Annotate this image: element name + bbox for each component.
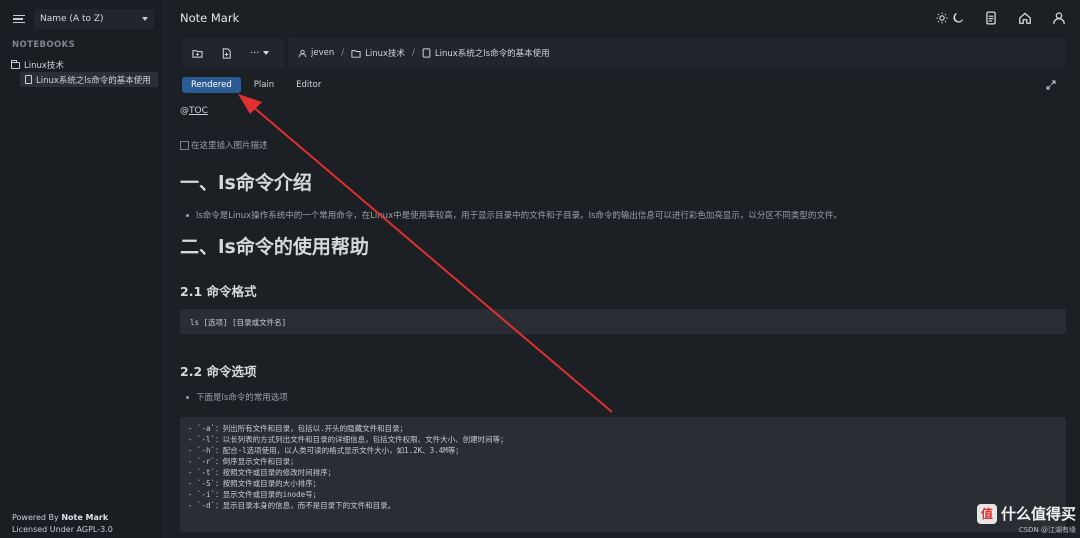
sidebar-sort-row: Name (A to Z) [6,8,161,30]
code-line: - `-r`：倒序显示文件和目录； [188,457,298,466]
broken-image-icon [180,140,189,150]
code-block-options: - `-a`：列出所有文件和目录，包括以.开头的隐藏文件和目录； - `-l`：… [180,417,1066,532]
powered-name[interactable]: Note Mark [61,513,108,522]
expand-icon[interactable] [1046,80,1056,90]
notebook-tree: Linux技术 Linux系统之ls命令的基本使用 [6,58,161,87]
broken-image: 在这里插入图片描述 [180,139,268,151]
tab-editor[interactable]: Editor [287,77,330,93]
heading-command-options: 2.2 命令选项 [180,364,257,379]
code-line: - `-d`：显示目录本身的信息，而不是目录下的文件和目录。 [188,501,396,510]
folder-icon [351,49,361,58]
menu-icon[interactable] [12,12,26,26]
tree-item-label: Linux技术 [24,61,64,71]
folder-icon [11,59,20,69]
tree-item-note[interactable]: Linux系统之ls命令的基本使用 [20,72,158,87]
watermark-credit: CSDN @江湖有缘 [1018,526,1076,534]
chevron-down-icon [262,50,269,55]
file-icon [422,48,431,58]
code-line: - `-a`：列出所有文件和目录，包括以.开头的隐藏文件和目录； [188,424,408,433]
heading-command-format: 2.1 命令格式 [180,284,257,299]
more-menu-button[interactable]: ··· [250,48,269,59]
sidebar-footer: Powered By Note Mark Licensed Under AGPL… [12,512,113,536]
file-icon [25,75,32,84]
code-line: - `-S`：按照文件或目录的大小排序； [188,479,321,488]
sidebar: Name (A to Z) NOTEBOOKS Linux技术 Linux系统之… [0,0,165,538]
image-alt-text: 在这里插入图片描述 [191,141,268,151]
user-icon [298,49,307,57]
note-toolbar: ··· jeven / Linux技术 / Linux系统之ls命令的基本使用 [182,38,1065,68]
sort-select-value: Name (A to Z) [40,14,104,24]
breadcrumb-separator: / [341,48,345,58]
breadcrumb-separator: / [412,48,415,58]
code-line: - `-i`：显示文件或目录的inode号； [188,490,321,499]
tab-rendered[interactable]: Rendered [182,77,241,93]
watermark-title: 什么值得买 [1000,505,1076,523]
tree-item-folder[interactable]: Linux技术 [6,58,161,72]
watermark-badge: 值 [976,503,997,524]
toc-link[interactable]: TOC [189,106,208,116]
breadcrumb-notebook[interactable]: Linux技术 [365,47,405,59]
tree-item-label: Linux系统之ls命令的基本使用 [36,75,151,86]
sun-icon [936,12,948,24]
theme-toggle[interactable] [936,12,964,24]
toc-marker: @TOC [180,106,208,116]
code-block-format: ls [选项] [目录或文件名] [180,309,1066,334]
header: Note Mark [165,0,1080,36]
user-icon[interactable] [1052,11,1066,25]
new-folder-icon[interactable] [192,48,203,59]
powered-prefix: Powered By [12,513,59,522]
list-item: 下面是ls命令的常用选项 [186,391,288,403]
heading-ls-intro: 一、ls命令介绍 [180,172,312,194]
new-note-icon[interactable] [221,47,232,59]
code-line: - `-h`：配合-l选项使用，以人类可读的格式显示文件大小，如1.2K、3.4… [188,446,463,455]
app-title: Note Mark [180,11,240,25]
list-item: ls命令是Linux操作系统中的一个常用命令，在Linux中是使用率较高，用于显… [186,209,842,221]
code-line: - `-t`：按照文件或目录的修改时间排序； [188,468,336,477]
watermark: 值 什么值得买 CSDN @江湖有缘 [976,503,1076,535]
view-tabs: Rendered Plain Editor [182,77,330,93]
note-content: @TOC 在这里插入图片描述 一、ls命令介绍 ls命令是Linux操作系统中的… [180,100,1066,538]
sort-select[interactable]: Name (A to Z) [34,9,154,29]
heading-ls-help: 二、ls命令的使用帮助 [180,236,369,258]
home-icon[interactable] [1018,11,1032,25]
toolbar-actions: ··· [182,38,284,68]
code-line: ls [选项] [目录或文件名] [190,318,287,327]
watermark-logo-row: 值 什么值得买 [976,503,1076,524]
code-line: - `-l`：以长列表的方式列出文件和目录的详细信息，包括文件权限、文件大小、创… [188,435,508,444]
breadcrumb-note[interactable]: Linux系统之ls命令的基本使用 [435,47,550,59]
toc-prefix: @ [180,106,189,116]
chevron-down-icon [142,17,148,21]
license-text: Licensed Under AGPL-3.0 [12,525,113,534]
document-icon[interactable] [984,11,998,25]
tab-plain[interactable]: Plain [245,77,283,93]
breadcrumb-user[interactable]: jeven [311,48,334,58]
header-icons [936,11,1066,25]
breadcrumb: jeven / Linux技术 / Linux系统之ls命令的基本使用 [288,38,1065,68]
more-menu-label: ··· [250,47,260,59]
notebooks-heading: NOTEBOOKS [12,40,76,50]
moon-icon [953,13,963,23]
